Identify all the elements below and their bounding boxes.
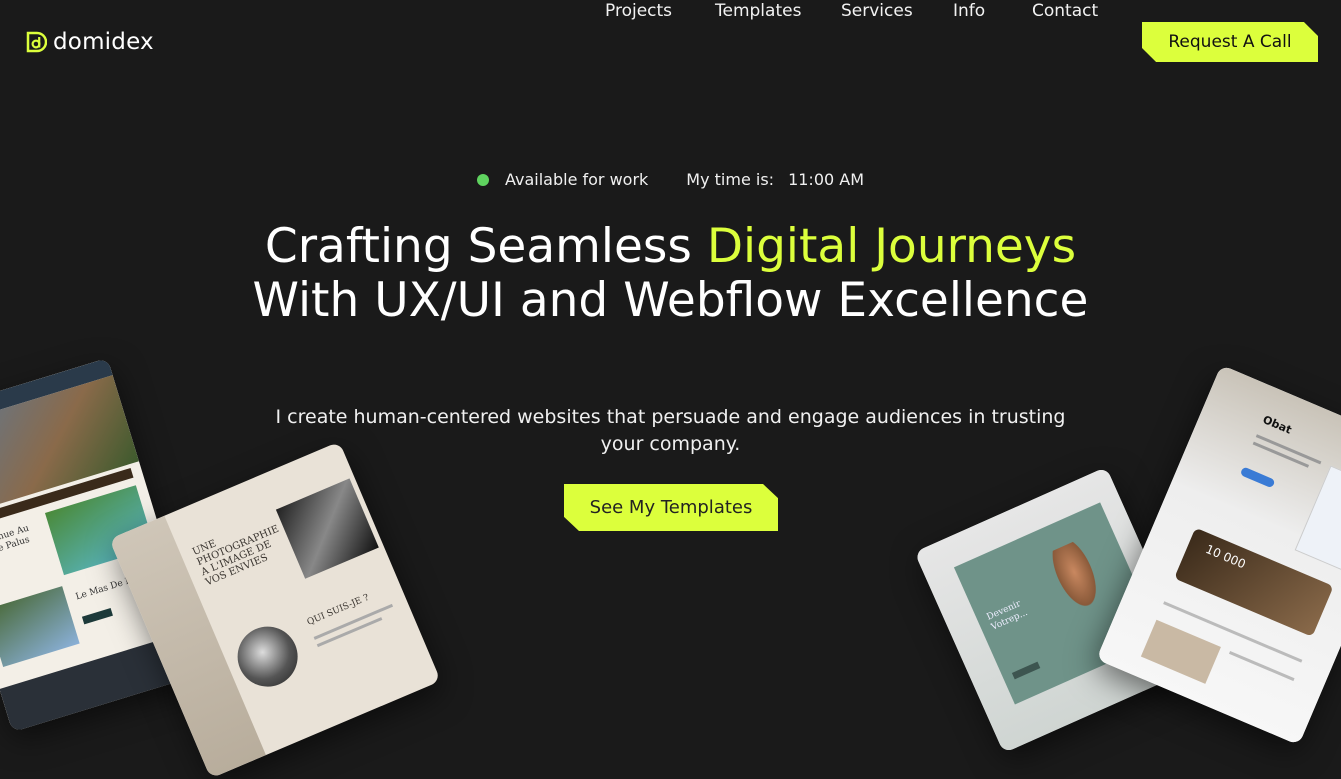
nav-item-projects[interactable]: Projects xyxy=(605,0,672,22)
nav-item-info[interactable]: Info xyxy=(953,0,985,22)
nav-item-templates[interactable]: Templates xyxy=(715,0,801,22)
hero-title-accent: Digital Journeys xyxy=(706,219,1077,274)
see-templates-button[interactable]: See My Templates xyxy=(564,484,778,531)
status-dot-icon xyxy=(476,173,489,186)
hero-title-part1: Crafting Seamless xyxy=(264,219,707,274)
logo-text: domidex xyxy=(53,29,154,55)
hero-title-part2: With UX/UI and Webflow Excellence xyxy=(252,273,1089,328)
card-b-heading: UNE PHOTOGRAPHIE A L'IMAGE DE VOS ENVIES xyxy=(191,523,281,589)
request-call-button[interactable]: Request A Call xyxy=(1142,22,1318,62)
available-text: Available for work xyxy=(504,170,649,189)
logo[interactable]: domidex xyxy=(25,29,154,55)
nav-item-contact[interactable]: Contact xyxy=(1032,0,1098,22)
hero-title: Crafting Seamless Digital Journeys With … xyxy=(230,220,1111,328)
time-value: 11:00 AM xyxy=(788,170,865,189)
time-label: My time is: xyxy=(686,170,775,189)
logo-icon xyxy=(25,31,48,53)
availability-status: Available for work My time is: 11:00 AM xyxy=(0,170,1341,190)
nav-item-services[interactable]: Services xyxy=(841,0,913,22)
hero-subtitle: I create human-centered websites that pe… xyxy=(275,406,1066,455)
card-a-heading: Bienvenue Au Mas de Palus xyxy=(0,523,31,563)
template-preview-card[interactable]: UNE PHOTOGRAPHIE A L'IMAGE DE VOS ENVIES… xyxy=(109,441,441,779)
